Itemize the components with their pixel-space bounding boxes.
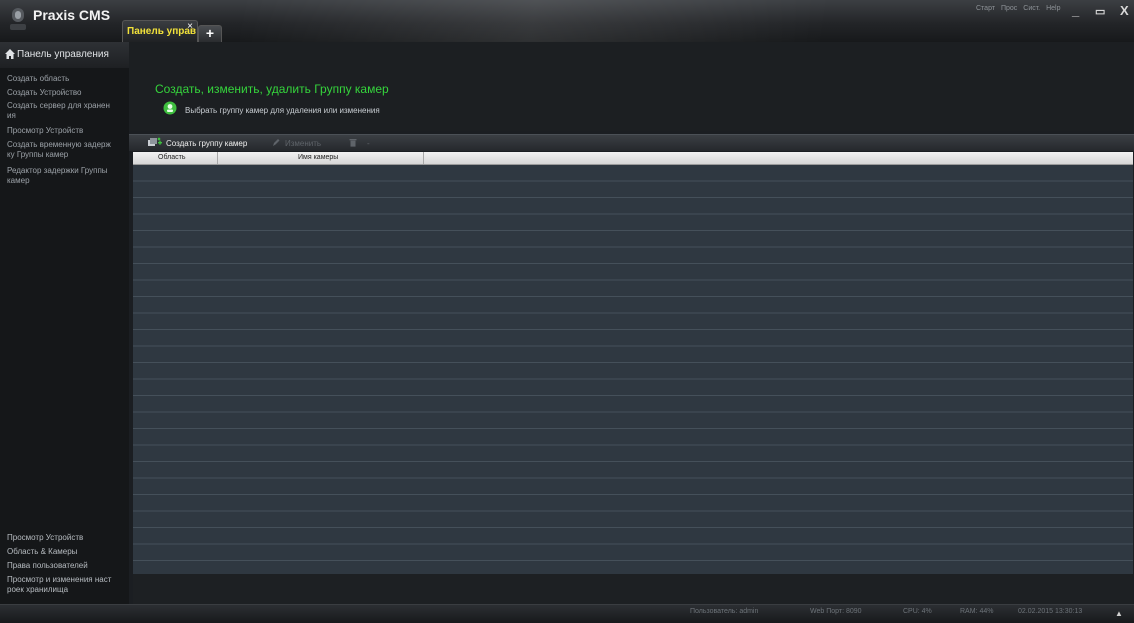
- app-title: Praxis CMS: [33, 7, 111, 23]
- sidebar-title: Панель управления: [17, 49, 109, 60]
- sidebar-item-view-devices-bottom[interactable]: Просмотр Устройств: [7, 533, 129, 543]
- minimize-button[interactable]: _: [1072, 3, 1079, 18]
- edit-button[interactable]: Изменить: [285, 139, 321, 148]
- edit-icon[interactable]: [272, 138, 280, 147]
- add-tab-button[interactable]: +: [198, 25, 222, 42]
- sidebar-item-user-rights[interactable]: Права пользователей: [7, 561, 129, 571]
- create-group-icon[interactable]: [148, 137, 162, 147]
- status-user: Пользователь: admin: [690, 608, 759, 615]
- menu-process[interactable]: Проc: [1001, 5, 1017, 12]
- camera-group-icon: [163, 101, 177, 115]
- page-title: Создать, изменить, удалить Группу камер: [155, 82, 389, 96]
- tab-label: Панель управ: [127, 26, 197, 37]
- sidebar-item-group-delay-editor[interactable]: Редактор задержки Группы камер: [7, 166, 129, 185]
- delete-button[interactable]: -: [367, 139, 370, 148]
- menu-start[interactable]: Старт: [976, 5, 995, 12]
- column-divider[interactable]: [217, 152, 218, 164]
- sidebar-item-create-group-delay[interactable]: Создать временную задерж ку Группы камер: [7, 140, 129, 159]
- tab-close-icon[interactable]: ×: [187, 21, 193, 32]
- close-button[interactable]: X: [1120, 3, 1129, 18]
- column-header-area[interactable]: Область: [158, 154, 185, 161]
- status-datetime: 02.02.2015 13:30:13: [1018, 608, 1083, 615]
- top-menu: Старт Проc Сист. Help: [976, 5, 1064, 12]
- sidebar-header: Панель управления: [0, 42, 129, 68]
- create-group-button[interactable]: Создать группу камер: [166, 139, 247, 148]
- home-icon: [5, 49, 15, 59]
- sidebar-item-create-device[interactable]: Создать Устройство: [7, 88, 129, 98]
- status-cpu: CPU: 4%: [903, 608, 932, 615]
- maximize-button[interactable]: ▭: [1095, 5, 1105, 18]
- expand-up-icon[interactable]: ▲: [1115, 609, 1123, 618]
- tab-control-panel[interactable]: Панель управ ×: [122, 20, 198, 42]
- delete-icon[interactable]: [349, 138, 357, 147]
- instruction-text: Выбрать группу камер для удаления или из…: [185, 106, 380, 115]
- camera-group-table[interactable]: [133, 165, 1133, 574]
- title-bar-highlight: [240, 0, 1080, 42]
- menu-system[interactable]: Сист.: [1023, 5, 1040, 12]
- status-ram: RAM: 44%: [960, 608, 994, 615]
- sidebar-item-storage-settings[interactable]: Просмотр и изменения наст роек хранилища: [7, 575, 129, 594]
- table-header: Область Имя камеры: [133, 152, 1133, 165]
- table-footer: [133, 574, 1133, 604]
- column-header-camera-name[interactable]: Имя камеры: [298, 154, 338, 161]
- column-divider[interactable]: [423, 152, 424, 164]
- sidebar-item-create-storage-server[interactable]: Создать сервер для хранен ия: [7, 101, 129, 120]
- sidebar-item-view-devices[interactable]: Просмотр Устройств: [7, 126, 129, 136]
- sidebar-item-create-area[interactable]: Создать область: [7, 74, 129, 84]
- menu-help[interactable]: Help: [1046, 5, 1060, 12]
- status-web-port: Web Порт: 8090: [810, 608, 862, 615]
- sidebar-item-area-cameras[interactable]: Область & Камеры: [7, 547, 129, 557]
- app-logo-icon: [10, 8, 26, 30]
